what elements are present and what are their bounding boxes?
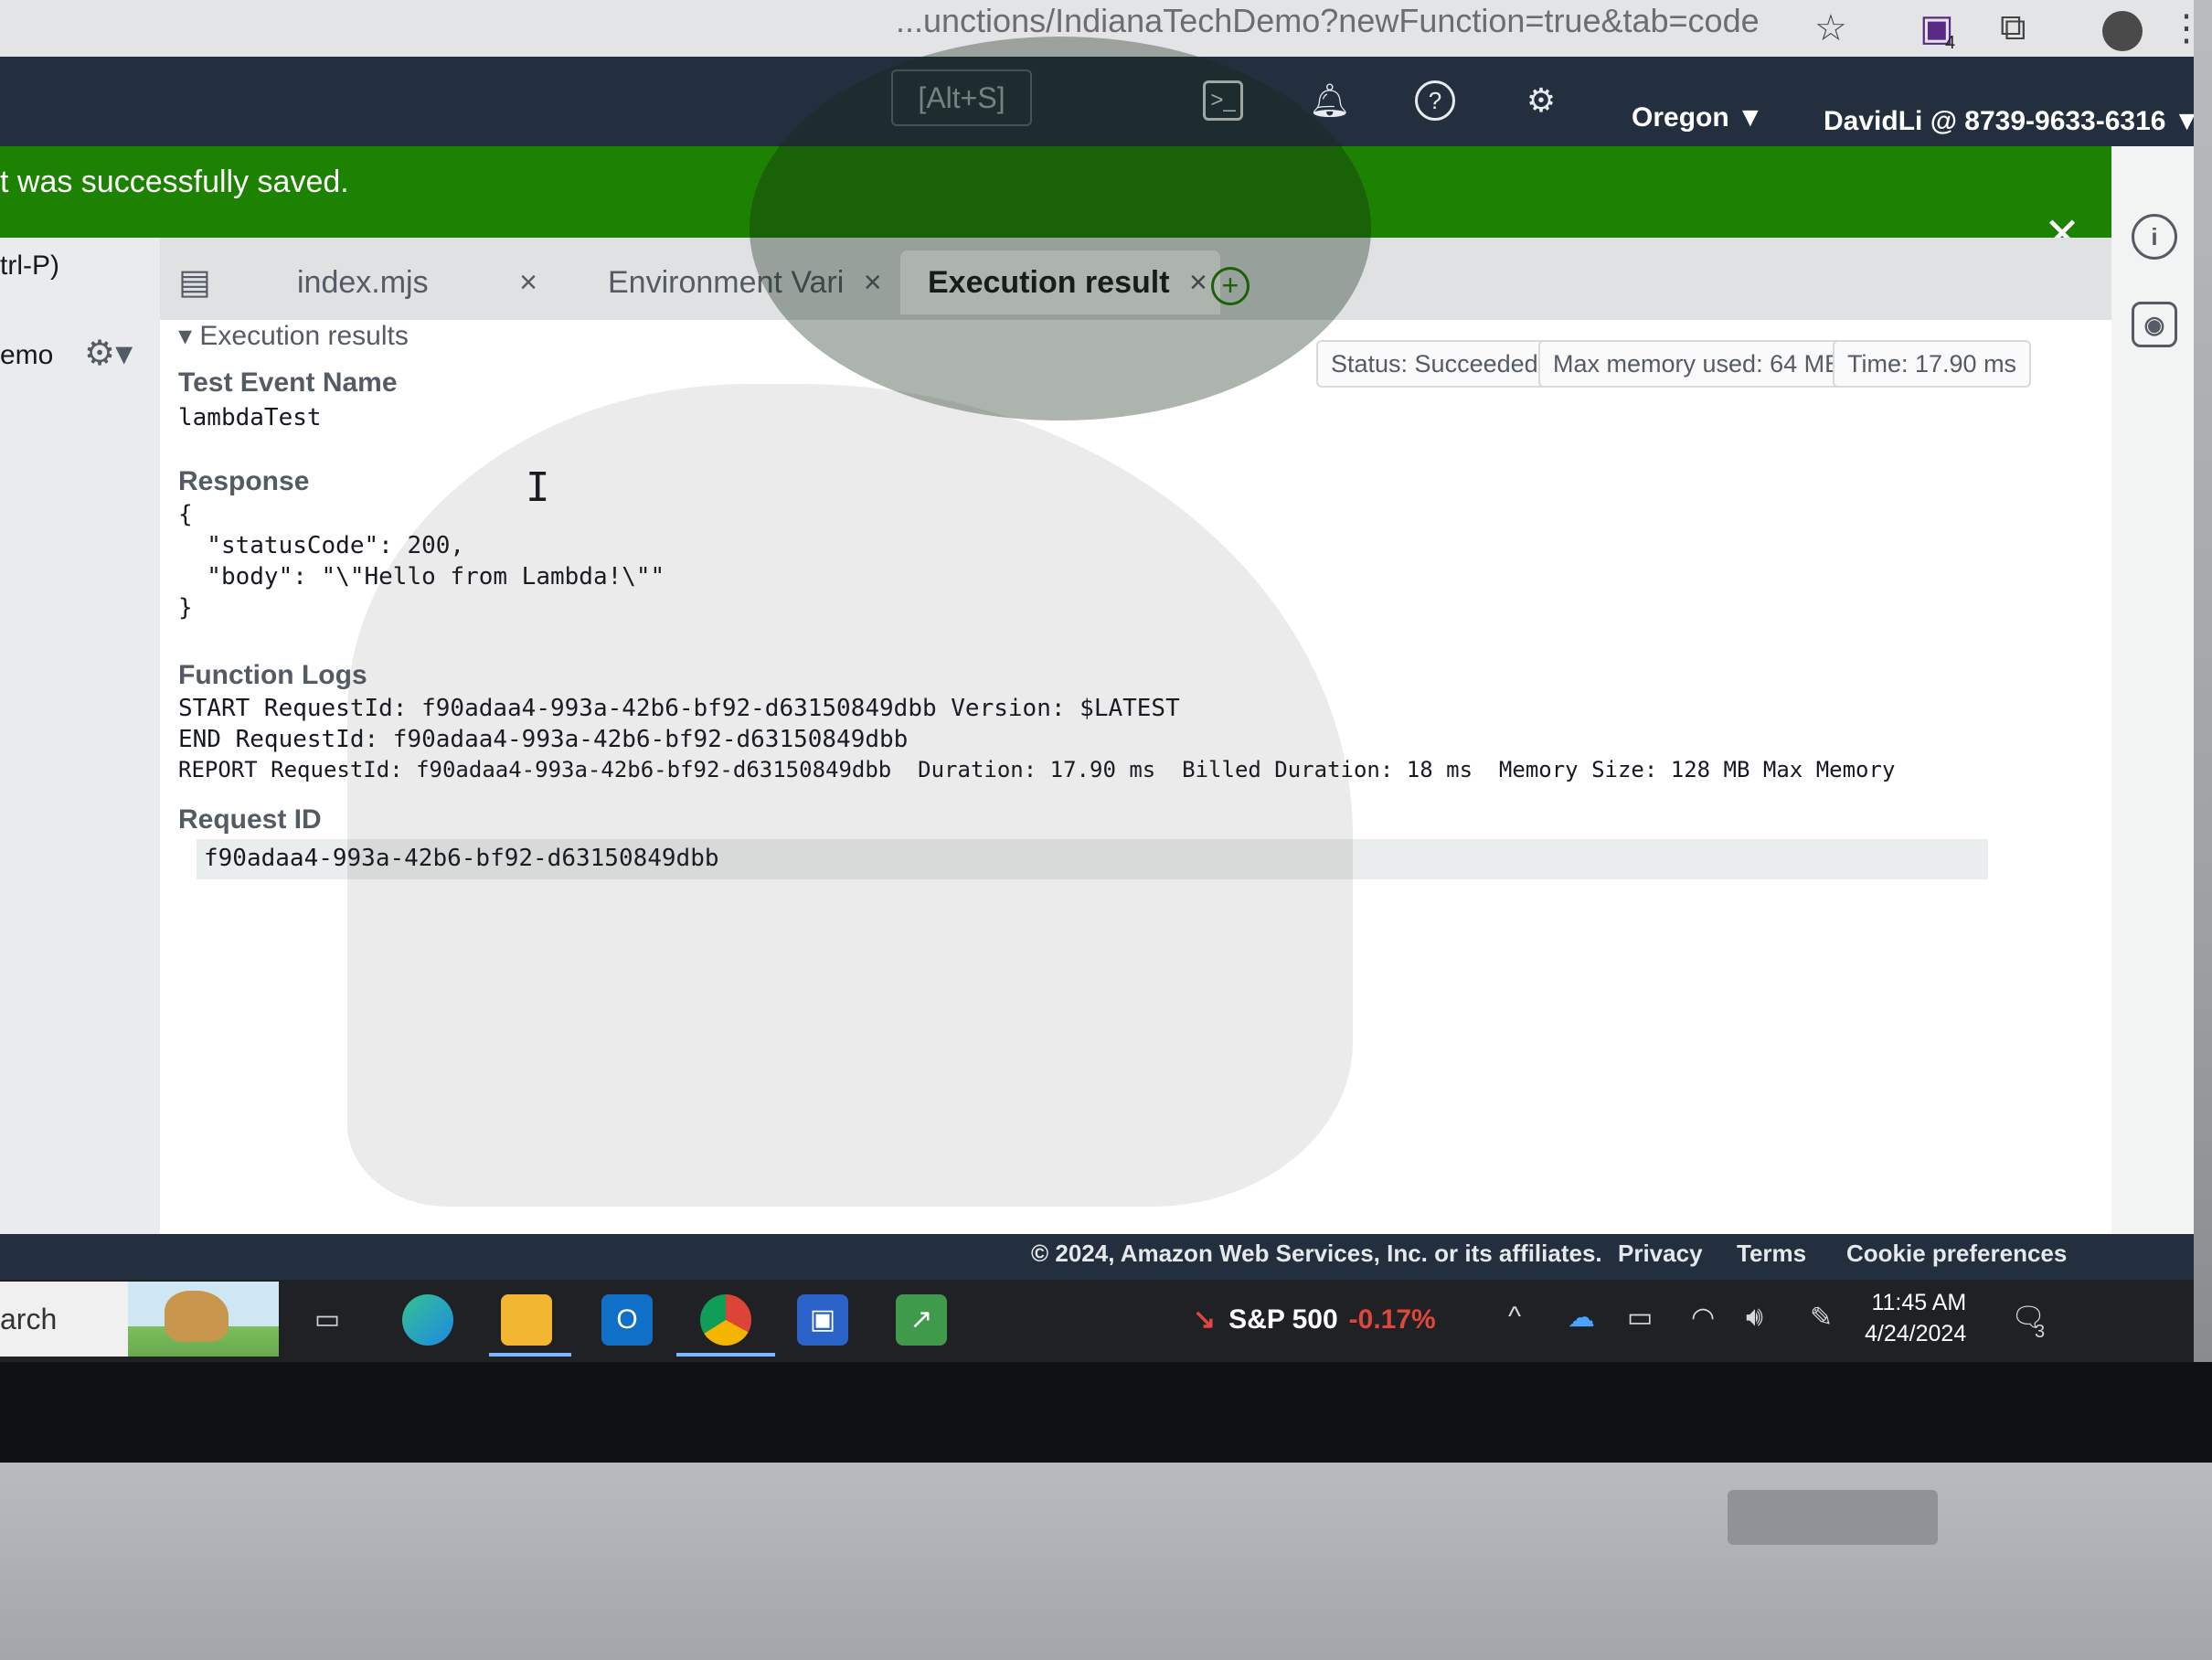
extension-badge: 4 [1945,33,1956,53]
max-memory-badge: Max memory used: 64 MB [1538,340,1856,388]
clock-date: 4/24/2024 [1865,1321,1967,1346]
flash-message: t was successfully saved. [0,165,349,199]
laptop-screen: ...unctions/IndianaTechDemo?newFunction=… [0,0,2194,1362]
active-app-indicator [676,1353,775,1357]
function-name-fragment: emo [0,340,54,370]
taskbar-search[interactable]: arch [0,1282,279,1357]
duration-badge: Time: 17.90 ms [1833,340,2032,388]
response-title: Response [178,466,310,496]
gear-icon[interactable]: ⚙ [1521,80,1561,121]
response-line: { [178,501,193,528]
tab-close-icon[interactable]: × [519,265,537,300]
chevron-up-icon[interactable]: ^ [1508,1302,1521,1333]
stock-name: S&P 500 [1228,1304,1338,1335]
task-view-icon[interactable]: ▭ [302,1294,353,1346]
copyright-text: © 2024, Amazon Web Services, Inc. or its… [1031,1240,1602,1267]
log-line: REPORT RequestId: f90adaa4-993a-42b6-bf9… [178,757,1896,782]
tab-execution-results[interactable]: Execution result × [900,250,1220,314]
tab-index-mjs[interactable]: index.mjs × [270,250,608,314]
tab-label: Environment Vari [608,265,845,300]
test-event-title: Test Event Name [178,367,398,398]
cookie-preferences-link[interactable]: Cookie preferences [1846,1240,2067,1268]
tab-close-icon[interactable]: × [1189,265,1207,300]
chrome-icon[interactable] [700,1294,751,1346]
help-icon[interactable]: ? [1415,80,1455,121]
cloudshell-icon[interactable]: >_ [1203,80,1243,121]
file-list-icon[interactable]: ▤ [178,250,211,314]
region-selector[interactable]: Oregon ▼ [1632,102,1764,133]
left-editor-strip: trl-P) emo ⚙▾ [0,238,160,1234]
clock-time: 11:45 AM [1871,1290,1967,1315]
settings-hex-icon[interactable]: ◉ [2132,302,2177,347]
tab-environment-variables[interactable]: Environment Vari × [580,250,909,314]
onedrive-icon[interactable]: ☁ [1568,1302,1595,1334]
bookmark-star-icon[interactable]: ☆ [1814,7,1847,49]
active-app-indicator [489,1353,571,1357]
request-id-title: Request ID [178,804,322,835]
stock-widget[interactable]: ↘ S&P 500 -0.17% [1193,1304,1436,1335]
laptop-hinge [1728,1490,1938,1545]
tab-close-icon[interactable]: × [864,265,882,300]
wifi-icon[interactable]: ◠ [1691,1302,1715,1334]
outlook-icon[interactable]: O [601,1294,653,1346]
menu-dots-icon[interactable]: ⋮ [2168,7,2194,49]
gear-icon[interactable]: ⚙▾ [84,333,133,374]
response-line: "body": "\"Hello from Lambda!\"" [178,563,665,591]
function-logs-title: Function Logs [178,660,367,690]
execution-results-panel: ▾ Execution results Status: Succeeded Ma… [160,320,2111,1234]
text-cursor-icon: I [526,464,550,511]
notification-count: 3 [2035,1322,2046,1342]
console-footer: © 2024, Amazon Web Services, Inc. or its… [0,1234,2194,1280]
edge-icon[interactable] [402,1294,453,1346]
address-bar[interactable]: ...unctions/IndianaTechDemo?newFunction=… [896,2,1760,40]
stocks-app-icon[interactable]: ↗ [896,1294,947,1346]
search-text: arch [0,1303,58,1335]
pen-icon[interactable]: ✎ [1810,1302,1833,1334]
search-highlight-image [128,1282,279,1357]
app-window-icon[interactable]: ▣ [797,1294,848,1346]
add-tab-icon[interactable]: + [1211,267,1250,305]
request-id-value[interactable]: f90adaa4-993a-42b6-bf92-d63150849dbb [204,845,719,872]
log-line: START RequestId: f90adaa4-993a-42b6-bf92… [178,695,1180,722]
stock-change: -0.17% [1348,1304,1436,1335]
stock-down-icon: ↘ [1193,1304,1217,1335]
right-utility-rail: i ◉ [2111,146,2194,1234]
browser-toolbar: ...unctions/IndianaTechDemo?newFunction=… [0,0,2194,57]
info-icon[interactable]: i [2132,214,2177,260]
file-explorer-icon[interactable] [501,1294,552,1346]
test-event-value: lambdaTest [178,404,322,431]
execution-results-toggle[interactable]: ▾ Execution results [178,320,409,352]
dog-illustration [165,1291,229,1342]
aws-console-header: [Alt+S] >_ 🔔︎ ? ⚙ Oregon ▼ DavidLi @ 873… [0,57,2194,146]
bell-icon[interactable]: 🔔︎ [1309,80,1351,121]
account-menu[interactable]: DavidLi @ 8739-9633-6316 ▼ [1824,106,2194,137]
status-badge: Status: Succeeded [1316,340,1553,388]
search-shortcut-hint[interactable]: [Alt+S] [891,69,1032,126]
tab-label: Execution result [928,265,1170,300]
privacy-link[interactable]: Privacy [1618,1240,1703,1268]
volume-icon[interactable]: 🔊︎ [1746,1302,1763,1333]
log-line: END RequestId: f90adaa4-993a-42b6-bf92-d… [178,726,909,753]
tab-label: index.mjs [297,265,429,300]
battery-icon[interactable]: ▭ [1627,1302,1653,1334]
puzzle-icon[interactable]: ⧉ [2000,7,2026,48]
system-clock[interactable]: 11:45 AM 4/24/2024 [1865,1287,1966,1349]
response-line: "statusCode": 200, [178,532,465,559]
photo-scene: ...unctions/IndianaTechDemo?newFunction=… [0,0,2212,1660]
terms-link[interactable]: Terms [1737,1240,1806,1268]
windows-taskbar: arch ▭ O ▣ ↗ ↘ S&P 500 -0.17% ^ ☁ ▭ ◠ 🔊︎ ✎ [0,1280,2194,1362]
profile-avatar[interactable] [2102,11,2143,51]
editor-tab-bar: ▤ index.mjs × Environment Vari × Executi… [160,238,2111,320]
command-palette-hint: trl-P) [0,250,59,281]
response-line: } [178,594,193,622]
laptop-bezel [0,1362,2212,1463]
